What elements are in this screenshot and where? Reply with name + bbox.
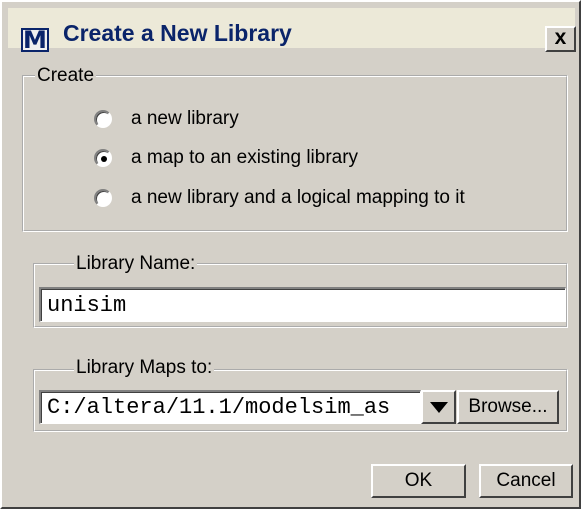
- radio-new-library-and-mapping[interactable]: a new library and a logical mapping to i…: [94, 185, 465, 211]
- browse-button[interactable]: Browse...: [457, 390, 559, 424]
- modelsim-app-icon: M: [21, 28, 49, 52]
- titlebar: M Create a New Library x: [8, 8, 576, 52]
- library-maps-to-label: Library Maps to:: [74, 357, 215, 379]
- radio-new-library-and-mapping-label: a new library and a logical mapping to i…: [131, 187, 465, 208]
- radio-new-library[interactable]: a new library: [94, 106, 239, 132]
- library-path-input[interactable]: [39, 390, 421, 424]
- radio-map-existing-library[interactable]: a map to an existing library: [94, 145, 358, 171]
- library-name-label: Library Name:: [74, 253, 198, 275]
- library-name-input[interactable]: [39, 287, 566, 322]
- create-library-dialog: M Create a New Library x Create a new li…: [0, 0, 581, 509]
- library-path-dropdown-button[interactable]: [421, 390, 456, 424]
- ok-button[interactable]: OK: [371, 464, 466, 498]
- create-group-label: Create: [35, 65, 97, 87]
- radio-new-library-button[interactable]: [94, 110, 112, 128]
- chevron-down-icon: [430, 402, 448, 413]
- radio-map-existing-library-button[interactable]: [94, 149, 112, 167]
- cancel-button[interactable]: Cancel: [479, 464, 573, 498]
- radio-new-library-and-mapping-button[interactable]: [94, 189, 112, 207]
- radio-map-existing-library-label: a map to an existing library: [131, 147, 359, 168]
- close-icon[interactable]: x: [545, 26, 576, 52]
- dialog-title: Create a New Library: [63, 20, 292, 46]
- radio-new-library-label: a new library: [131, 108, 239, 129]
